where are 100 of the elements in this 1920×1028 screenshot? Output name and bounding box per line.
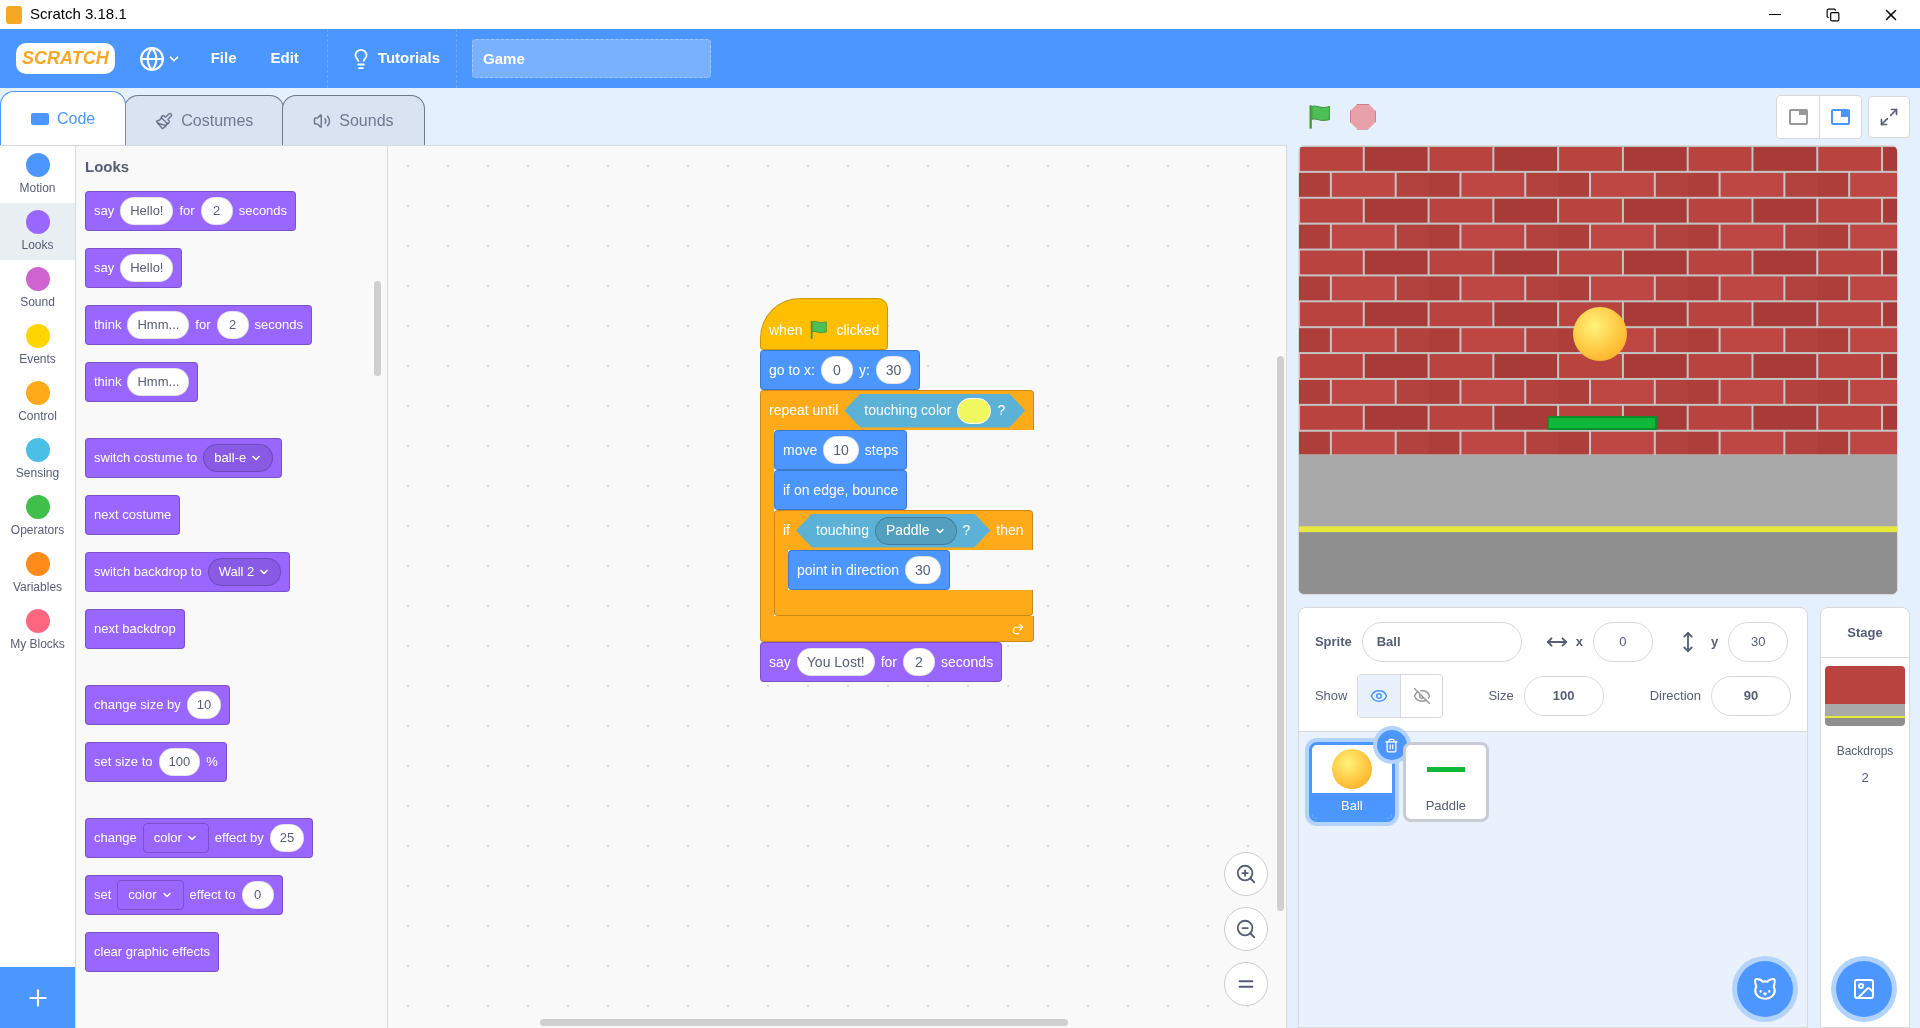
sprite-name-field[interactable]: Ball bbox=[1361, 621, 1522, 662]
dropdown-input[interactable]: color bbox=[142, 822, 209, 853]
number-input[interactable]: Hmm... bbox=[127, 310, 190, 339]
code-block[interactable]: think Hmm... for 2 seconds bbox=[85, 304, 312, 345]
x-field[interactable]: 0 bbox=[1592, 621, 1653, 662]
code-block[interactable]: switch costume to ball-e bbox=[85, 437, 283, 478]
scrollbar[interactable] bbox=[1276, 356, 1284, 911]
backdrop-count: 2 bbox=[1861, 769, 1869, 787]
category-item[interactable]: Motion bbox=[0, 146, 75, 203]
direction-field[interactable]: 90 bbox=[1711, 675, 1791, 716]
number-input[interactable]: You Lost! bbox=[796, 648, 875, 676]
zoom-reset-button[interactable] bbox=[1223, 962, 1268, 1006]
category-item[interactable]: Variables bbox=[0, 545, 75, 602]
number-input[interactable]: 0 bbox=[820, 356, 853, 384]
dropdown-input[interactable]: Wall 2 bbox=[207, 557, 282, 586]
trash-icon bbox=[1384, 737, 1400, 753]
block-label: seconds bbox=[238, 201, 288, 220]
sprite-thumbnail[interactable]: Paddle bbox=[1402, 742, 1489, 822]
ball-thumbnail bbox=[1331, 749, 1372, 789]
stop-icon[interactable] bbox=[1349, 103, 1376, 130]
number-input[interactable]: 25 bbox=[269, 823, 305, 852]
block-label: for bbox=[195, 315, 211, 334]
number-input[interactable]: Hello! bbox=[120, 253, 174, 282]
code-block[interactable]: clear graphic effects bbox=[85, 931, 220, 972]
category-item[interactable]: Control bbox=[0, 374, 75, 431]
code-block[interactable]: go to x: 0 y: 30 bbox=[760, 350, 921, 390]
number-input[interactable]: Hmm... bbox=[127, 367, 190, 396]
block-label: think bbox=[94, 315, 122, 334]
category-item[interactable]: My Blocks bbox=[0, 602, 75, 659]
cat-icon bbox=[1752, 976, 1778, 1002]
size-field[interactable]: 100 bbox=[1523, 675, 1604, 716]
code-block[interactable]: set size to 100 % bbox=[85, 741, 227, 782]
code-block[interactable]: set color effect to 0 bbox=[85, 874, 283, 915]
category-item[interactable]: Sound bbox=[0, 260, 75, 317]
size-label: Size bbox=[1488, 686, 1514, 705]
language-button[interactable] bbox=[138, 45, 181, 72]
dropdown-input[interactable]: ball-e bbox=[203, 443, 274, 472]
code-block[interactable]: next costume bbox=[85, 494, 181, 535]
delete-button[interactable] bbox=[1376, 730, 1407, 760]
block-label: say bbox=[94, 258, 115, 277]
number-input[interactable]: 10 bbox=[186, 690, 222, 719]
code-block[interactable]: next backdrop bbox=[85, 608, 185, 649]
sprite-name: Paddle bbox=[1424, 797, 1468, 816]
code-block[interactable]: say Hello! for 2 seconds bbox=[85, 190, 297, 231]
category-item[interactable]: Operators bbox=[0, 488, 75, 545]
category-item[interactable]: Events bbox=[0, 317, 75, 374]
fullscreen-button[interactable] bbox=[1868, 95, 1910, 138]
number-input[interactable]: 2 bbox=[200, 196, 233, 225]
tab[interactable]: Sounds bbox=[282, 95, 425, 145]
y-field[interactable]: 30 bbox=[1728, 621, 1789, 662]
stage-selector[interactable]: Stage Backdrops 2 bbox=[1820, 607, 1910, 1028]
show-button[interactable] bbox=[1358, 674, 1401, 717]
loop-arrow-icon bbox=[1011, 621, 1026, 636]
paddle-thumbnail bbox=[1426, 766, 1465, 772]
zoom-out-button[interactable] bbox=[1223, 907, 1268, 951]
number-input[interactable]: 2 bbox=[903, 648, 935, 676]
code-block[interactable]: say Hello! bbox=[85, 247, 183, 288]
globe-icon bbox=[138, 45, 165, 72]
block-label: switch costume to bbox=[94, 448, 198, 467]
direction-label: Direction bbox=[1649, 686, 1701, 705]
block-label: then bbox=[996, 521, 1024, 540]
category-item[interactable]: Looks bbox=[0, 203, 75, 260]
zoom-out-icon bbox=[1234, 918, 1257, 940]
block-label: go to x: bbox=[769, 360, 815, 380]
code-block[interactable]: switch backdrop to Wall 2 bbox=[85, 551, 291, 592]
number-input[interactable]: 30 bbox=[904, 556, 941, 584]
number-input[interactable]: 0 bbox=[241, 880, 274, 909]
zoom-in-button[interactable] bbox=[1223, 852, 1268, 896]
stage-heading: Stage bbox=[1821, 608, 1909, 658]
number-input[interactable]: 100 bbox=[158, 747, 201, 776]
code-block[interactable]: think Hmm... bbox=[85, 361, 199, 402]
app-icon bbox=[6, 5, 22, 24]
image-icon bbox=[1852, 977, 1876, 1001]
zoom-in-icon bbox=[1234, 863, 1257, 885]
number-input[interactable]: 30 bbox=[875, 356, 912, 384]
block-label: next backdrop bbox=[94, 619, 176, 638]
block-label: say bbox=[769, 652, 791, 672]
block-label: steps bbox=[864, 440, 899, 460]
block-label: effect by bbox=[214, 828, 264, 847]
color-swatch[interactable] bbox=[957, 397, 992, 424]
block-label: repeat until bbox=[769, 401, 839, 420]
block-label: seconds bbox=[941, 652, 994, 672]
dropdown-input[interactable]: color bbox=[117, 879, 184, 910]
scrollbar[interactable] bbox=[374, 281, 381, 376]
category-item[interactable]: Sensing bbox=[0, 431, 75, 488]
window-title: Scratch 3.18.1 bbox=[30, 4, 127, 25]
block-label: move bbox=[783, 440, 818, 460]
code-block[interactable]: say You Lost! for 2 seconds bbox=[760, 642, 1003, 682]
number-input[interactable]: Hello! bbox=[120, 196, 174, 225]
code-block[interactable]: change size by 10 bbox=[85, 684, 231, 725]
block-label: clicked bbox=[836, 320, 880, 340]
scrollbar[interactable] bbox=[540, 1019, 1068, 1026]
code-block[interactable]: change color effect by 25 bbox=[85, 817, 314, 858]
tab[interactable]: Costumes bbox=[124, 95, 285, 145]
layout-icon bbox=[1831, 108, 1850, 125]
code-block[interactable]: point in direction 30 bbox=[788, 550, 950, 590]
number-input[interactable]: 10 bbox=[823, 436, 859, 464]
block-label: set bbox=[94, 885, 112, 904]
code-block[interactable]: move 10 steps bbox=[774, 430, 908, 470]
number-input[interactable]: 2 bbox=[216, 310, 249, 339]
